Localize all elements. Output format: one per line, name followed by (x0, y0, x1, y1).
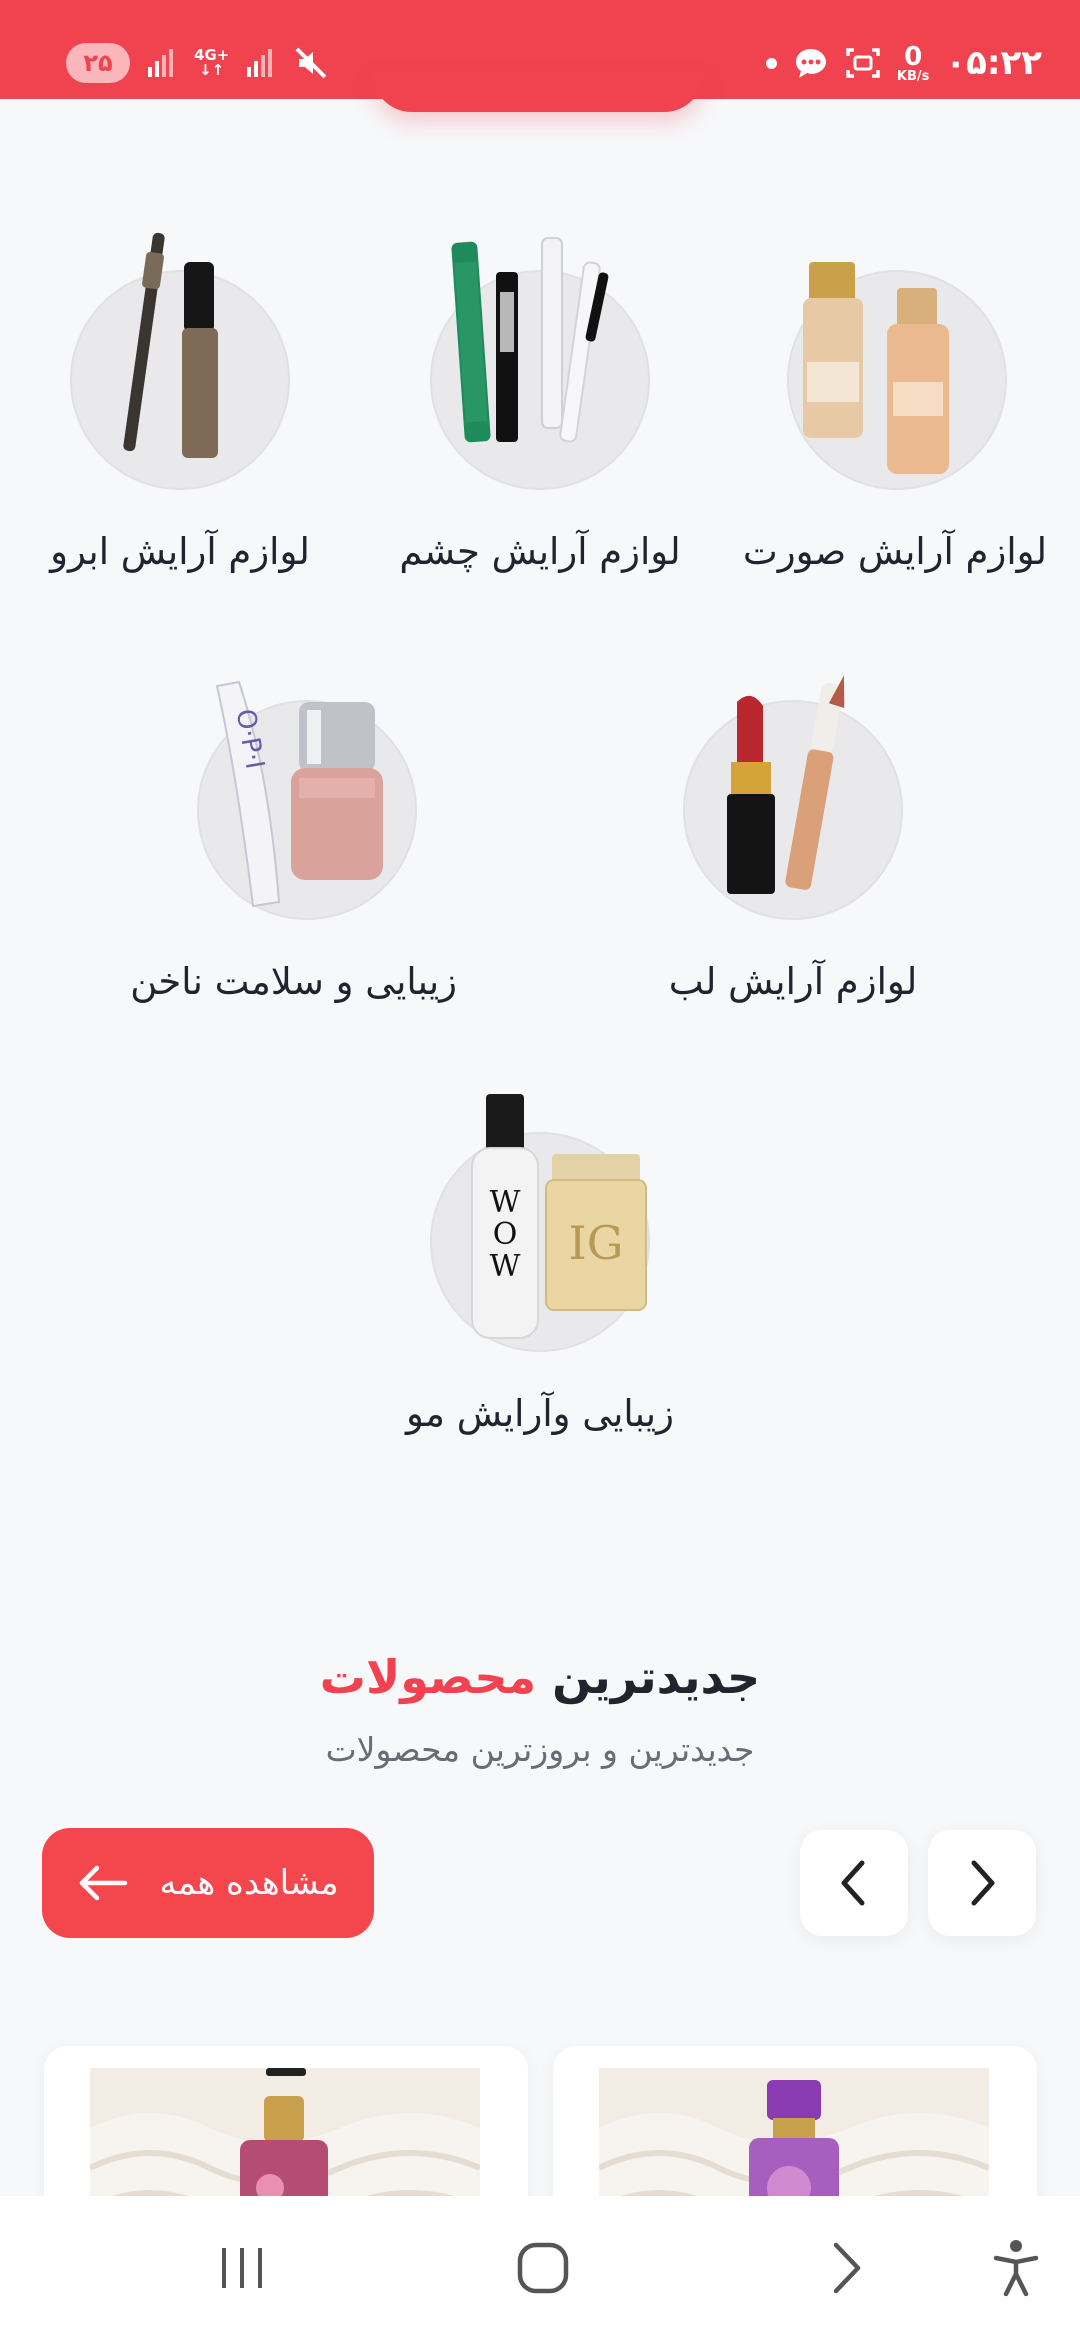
svg-text:IG: IG (569, 1216, 624, 1270)
svg-text:O: O (493, 1217, 518, 1252)
category-image (430, 237, 650, 490)
category-image (787, 262, 1007, 490)
category-label: زیبایی وآرایش مو (406, 1392, 674, 1435)
category-lip[interactable]: لوازم آرایش لب (643, 675, 943, 1003)
accessibility-button[interactable] (956, 2196, 1076, 2340)
mascara-icon (451, 237, 609, 443)
category-label: لوازم آرایش ابرو (50, 530, 310, 573)
status-right: 0 KB/s ۰۵:۲۲ (765, 38, 1042, 88)
screenshot-icon (846, 48, 880, 78)
brow-pencil-icon (123, 232, 218, 458)
recents-icon (222, 2248, 262, 2288)
system-navigation-bar (0, 2196, 1080, 2340)
section-title-main: جدیدترین (552, 1650, 761, 1704)
category-label: لوازم آرایش چشم (399, 530, 681, 573)
recents-button[interactable] (182, 2196, 302, 2340)
carousel-next-button[interactable] (928, 1830, 1036, 1936)
category-image: O·P·I (197, 680, 417, 920)
accessibility-icon (993, 2240, 1039, 2297)
category-nail[interactable]: O·P·I زیبایی و سلامت ناخن (130, 680, 457, 1003)
svg-text:W: W (490, 1249, 521, 1284)
status-left: ۲۵ 4G+ ↓↑ (66, 38, 329, 88)
view-all-button[interactable]: مشاهده همه (42, 1828, 374, 1938)
section-title: جدیدترین محصولات (0, 1650, 1080, 1704)
category-label: زیبایی و سلامت ناخن (130, 960, 457, 1003)
category-label: لوازم آرایش لب (668, 960, 918, 1003)
chevron-right-icon (833, 2242, 861, 2294)
home-icon (517, 2242, 569, 2294)
notification-dot-icon (765, 57, 777, 69)
net-speed: 0 KB/s (896, 41, 930, 84)
section-title-accent: محصولات (319, 1650, 537, 1704)
chevron-left-icon (841, 1860, 865, 1906)
signal-icon (247, 49, 273, 77)
category-eye[interactable]: لوازم آرایش چشم (390, 237, 690, 573)
category-image (70, 232, 290, 490)
category-face[interactable]: لوازم آرایش صورت (742, 262, 1047, 573)
arrow-left-icon (80, 1865, 128, 1901)
battery-indicator: ۲۵ (66, 43, 130, 83)
category-brow[interactable]: لوازم آرایش ابرو (30, 232, 330, 573)
category-hair[interactable]: W O W IG زیبایی وآرایش مو (390, 1094, 690, 1435)
app-screen: ۲۵ 4G+ ↓↑ 0 KB/s ۰۵:۲۲ لوازم آرایش صورت … (0, 0, 1080, 2340)
chevron-right-icon (971, 1860, 995, 1906)
lipstick-icon (727, 675, 845, 894)
back-button[interactable] (786, 2196, 906, 2340)
clock: ۰۵:۲۲ (945, 43, 1042, 83)
section-subtitle: جدیدترین و بروزترین محصولات (325, 1730, 755, 1769)
home-button[interactable] (483, 2196, 603, 2340)
signal-icon (148, 49, 173, 77)
category-image (683, 675, 903, 920)
network-type: 4G+ ↓↑ (194, 46, 230, 79)
carousel-prev-button[interactable] (800, 1830, 908, 1936)
header-tab-indicator (372, 72, 704, 112)
nail-polish-icon: O·P·I (215, 680, 383, 908)
category-image: W O W IG (430, 1094, 650, 1352)
foundation-icon (803, 262, 949, 474)
category-label: لوازم آرایش صورت (742, 530, 1047, 573)
svg-text:W: W (490, 1185, 521, 1220)
chat-icon (795, 49, 826, 78)
hair-spray-icon: W O W IG (471, 1094, 647, 1339)
mute-icon (295, 47, 327, 79)
view-all-label: مشاهده همه (159, 1863, 339, 1903)
